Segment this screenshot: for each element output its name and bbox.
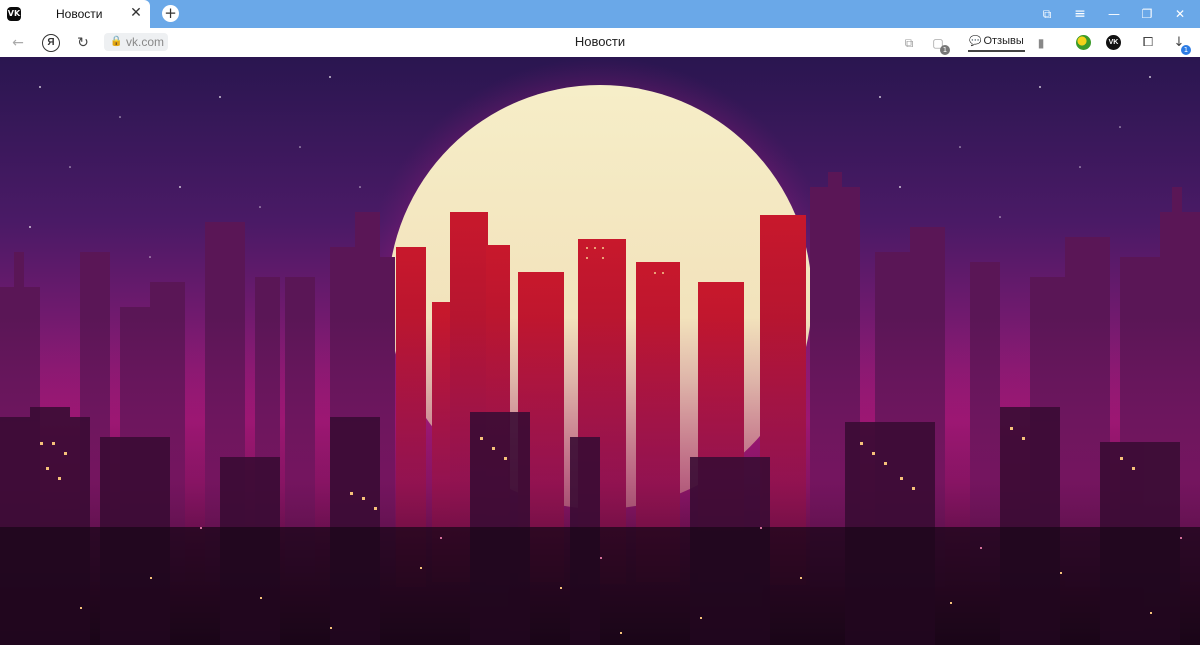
page-title: Новости (574, 34, 626, 49)
url-text: vk.com (126, 35, 165, 49)
tabs-count-badge: 1 (940, 45, 950, 55)
vk-favicon-icon: VK (7, 7, 21, 21)
vk-extension-icon[interactable]: VK (1106, 35, 1121, 50)
copy-icon[interactable]: ⧉ (900, 34, 918, 52)
downloads-badge: 1 (1181, 45, 1191, 55)
tab-close-icon[interactable]: ✕ (128, 5, 144, 21)
back-button[interactable]: ← (9, 34, 27, 52)
yandex-button[interactable]: Я (42, 34, 60, 52)
address-bar[interactable]: 🔒 vk.com (104, 33, 168, 51)
synthwave-city-image (0, 57, 1200, 645)
extension-icon[interactable] (1076, 35, 1091, 50)
menu-icon[interactable]: ≡ (1072, 6, 1088, 22)
tab-active[interactable]: VK Новости ✕ (0, 0, 150, 28)
restore-button[interactable]: ❐ (1139, 6, 1155, 22)
lock-icon: 🔒 (110, 36, 123, 47)
tabs-counter-icon[interactable]: ▢ 1 (929, 34, 950, 55)
downloads-button[interactable]: ↓ 1 (1170, 34, 1191, 55)
feedback-label: Отзывы (983, 35, 1024, 47)
tab-strip: VK Новости ✕ + ⧉ ≡ — ❐ ✕ (0, 0, 1200, 28)
bookmark-icon[interactable]: ▮ (1032, 34, 1050, 52)
minimize-button[interactable]: — (1106, 6, 1122, 22)
new-tab-button[interactable]: + (162, 5, 179, 22)
puzzle-icon[interactable]: ⧠ (1139, 34, 1157, 52)
tabs-overview-icon[interactable]: ⧉ (1039, 6, 1055, 22)
close-window-button[interactable]: ✕ (1172, 6, 1188, 22)
feedback-icon: 💬 (969, 36, 982, 47)
cityscape-illustration (0, 57, 1200, 645)
browser-toolbar: ← Я ↻ 🔒 vk.com Новости ⧉ ▢ 1 💬 Отзывы ▮ V… (0, 28, 1200, 58)
tab-title: Новости (56, 7, 103, 21)
feedback-button[interactable]: 💬 Отзывы (968, 32, 1025, 52)
reload-button[interactable]: ↻ (74, 34, 92, 52)
